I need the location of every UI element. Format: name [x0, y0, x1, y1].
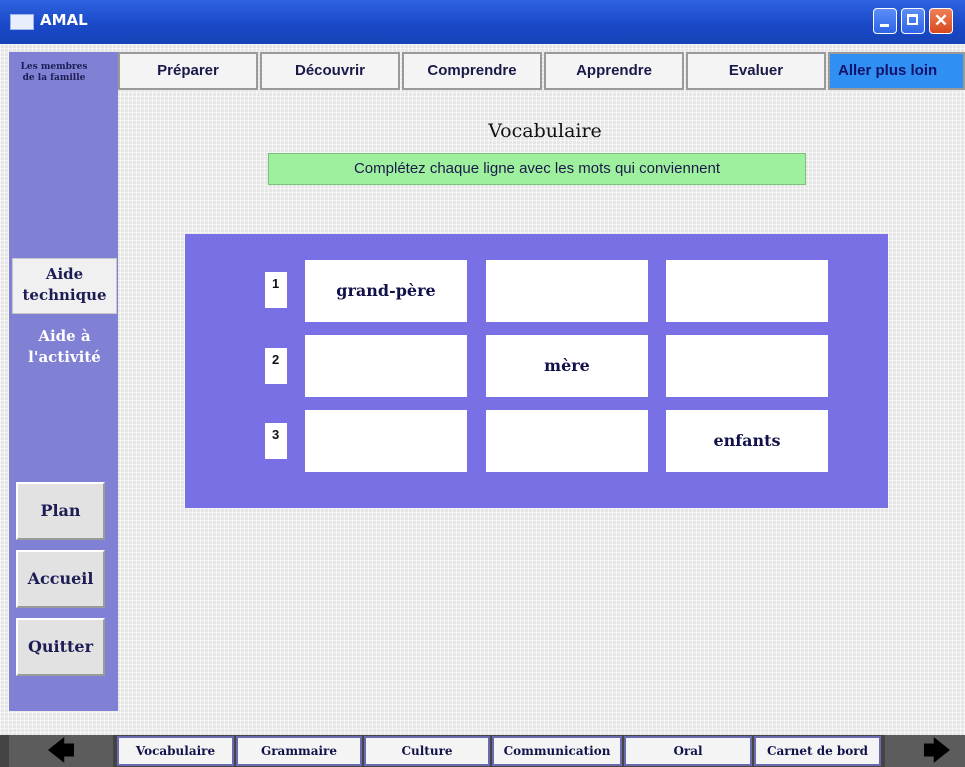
- answer-cell-1-2[interactable]: [486, 260, 648, 322]
- theme-label: Les membres de la famille: [20, 62, 88, 83]
- exercise-panel: 1 grand-père 2 mère 3 enfants: [185, 234, 888, 508]
- aide-technique-button[interactable]: Aide technique: [12, 258, 117, 314]
- answer-cell-2-3[interactable]: [666, 335, 828, 397]
- tab-decouvrir[interactable]: Découvrir: [260, 52, 400, 90]
- row-number-3: 3: [265, 423, 287, 459]
- row-number-1: 1: [265, 272, 287, 308]
- left-panel: Les membres de la famille: [9, 52, 118, 711]
- answer-cell-1-3[interactable]: [666, 260, 828, 322]
- tab-preparer[interactable]: Préparer: [118, 52, 258, 90]
- tab-evaluer[interactable]: Evaluer: [686, 52, 826, 90]
- tab-aller-plus-loin[interactable]: Aller plus loin: [828, 52, 965, 90]
- tab-apprendre[interactable]: Apprendre: [544, 52, 684, 90]
- answer-cell-1-1[interactable]: grand-père: [305, 260, 467, 322]
- answer-cell-2-1[interactable]: [305, 335, 467, 397]
- app-area: Les membres de la famille Aide technique…: [0, 44, 965, 767]
- bottom-tab-carnet-de-bord[interactable]: Carnet de bord: [754, 736, 881, 766]
- answer-cell-3-2[interactable]: [486, 410, 648, 472]
- tab-comprendre[interactable]: Comprendre: [402, 52, 542, 90]
- bottom-tab-communication[interactable]: Communication: [492, 736, 622, 766]
- bottom-tab-grammaire[interactable]: Grammaire: [236, 736, 362, 766]
- close-icon: ✕: [933, 11, 949, 30]
- instruction-banner: Complétez chaque ligne avec les mots qui…: [268, 153, 806, 185]
- close-button[interactable]: ✕: [929, 8, 953, 34]
- left-arrow-icon: 🡄: [46, 735, 76, 766]
- row-number-2: 2: [265, 348, 287, 384]
- plan-button[interactable]: Plan: [16, 482, 105, 540]
- answer-cell-3-1[interactable]: [305, 410, 467, 472]
- minimize-icon: [880, 24, 889, 27]
- answer-cell-2-2[interactable]: mère: [486, 335, 648, 397]
- maximize-icon: [907, 14, 918, 25]
- accueil-button[interactable]: Accueil: [16, 550, 105, 608]
- title-bar: AMAL ✕: [0, 0, 965, 44]
- previous-button[interactable]: 🡄: [9, 735, 113, 767]
- aide-activite-button[interactable]: Aide à l'activité: [12, 326, 117, 378]
- page-title: Vocabulaire: [488, 120, 602, 142]
- right-arrow-icon: 🡆: [922, 735, 952, 766]
- bottom-tab-oral[interactable]: Oral: [624, 736, 752, 766]
- next-button[interactable]: 🡆: [885, 735, 965, 767]
- quitter-button[interactable]: Quitter: [16, 618, 105, 676]
- maximize-button[interactable]: [901, 8, 925, 34]
- window-title: AMAL: [40, 11, 88, 29]
- minimize-button[interactable]: [873, 8, 897, 34]
- app-icon: [10, 14, 34, 30]
- answer-cell-3-3[interactable]: enfants: [666, 410, 828, 472]
- bottom-tab-vocabulaire[interactable]: Vocabulaire: [117, 736, 234, 766]
- bottom-tab-culture[interactable]: Culture: [364, 736, 490, 766]
